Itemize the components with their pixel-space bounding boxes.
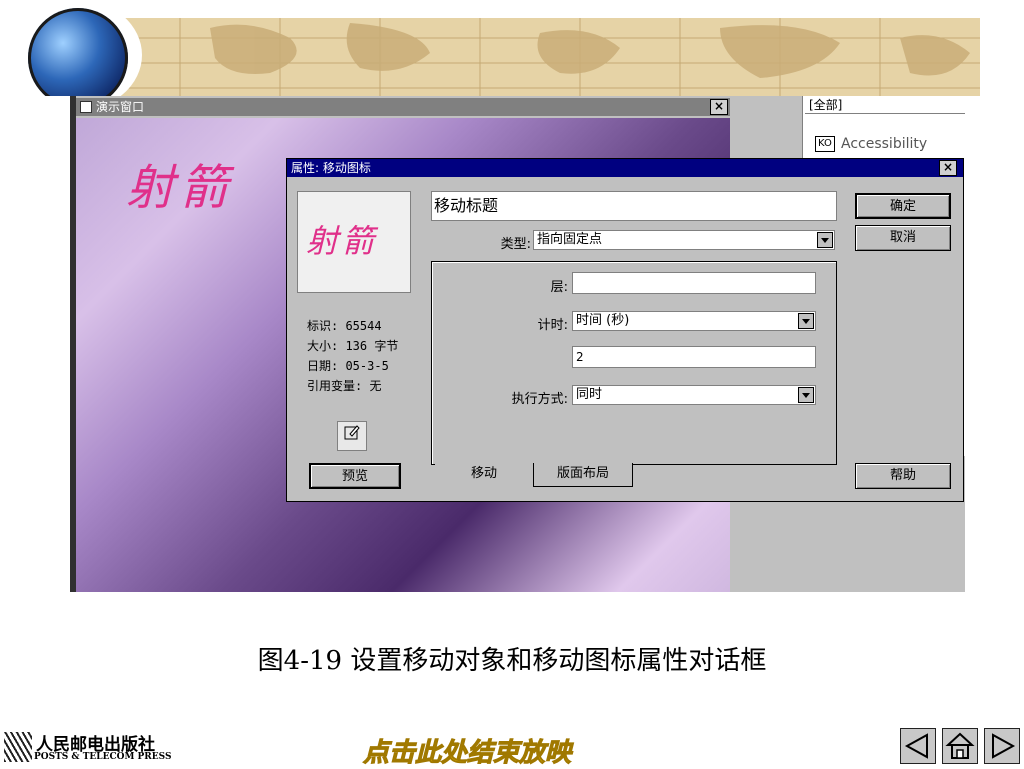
library-category-dropdown[interactable]: [全部] [805,96,965,114]
demo-window-title: 演示窗口 [96,100,145,114]
type-select[interactable]: 指向固定点 [533,230,835,250]
layer-label: 层: [550,280,568,295]
world-map-strip [120,18,980,96]
demo-window-close-button[interactable]: × [710,99,728,115]
knowledge-object-icon: KO [815,136,835,152]
cancel-button[interactable]: 取消 [855,225,951,251]
exec-label: 执行方式: [511,392,568,407]
world-map-grid [120,18,980,96]
window-app-icon [80,101,92,113]
edit-icon[interactable] [337,421,367,451]
ok-button[interactable]: 确定 [855,193,951,219]
timing-select[interactable]: 时间 (秒) [572,311,816,331]
timing-select-value: 时间 (秒) [576,313,630,328]
chevron-down-icon[interactable] [798,387,814,403]
chevron-down-icon[interactable] [798,313,814,329]
archery-title-text: 射箭 [126,160,235,216]
dialog-title: 属性: 移动图标 [291,161,371,175]
help-button[interactable]: 帮助 [855,463,951,489]
demo-window-titlebar[interactable]: 演示窗口 × [76,98,730,116]
preview-archery-text: 射箭 [306,222,379,260]
tab-move[interactable]: 移动 [435,463,533,487]
home-icon[interactable] [942,728,978,764]
info-id: 标识: 65544 [307,319,382,333]
dialog-close-button[interactable]: × [939,160,957,176]
exec-select-value: 同时 [576,387,603,402]
info-date: 日期: 05-3-5 [307,359,389,373]
info-size: 大小: 136 字节 [307,339,399,353]
library-item-accessibility[interactable]: KO Accessibility [815,136,927,152]
properties-dialog: 属性: 移动图标 × 射箭 标识: 65544 大小: 136 字节 日期: 0… [286,158,964,502]
figure-caption: 图4-19 设置移动对象和移动图标属性对话框 [257,646,767,676]
layer-input[interactable] [572,272,816,294]
type-label: 类型: [500,237,531,252]
preview-button[interactable]: 预览 [309,463,401,489]
publisher-name-en: POSTS & TELECOM PRESS [34,752,172,762]
chevron-down-icon[interactable] [817,232,833,248]
type-select-value: 指向固定点 [537,232,603,247]
exec-select[interactable]: 同时 [572,385,816,405]
icon-name-field[interactable]: 移动标题 [431,191,837,221]
tab-layout[interactable]: 版面布局 [533,463,633,487]
next-arrow-icon[interactable] [984,728,1020,764]
end-show-link[interactable]: 点击此处结束放映 [362,732,571,769]
timing-amount-input[interactable]: 2 [572,346,816,368]
tab-panel: 层: 计时: 时间 (秒) 2 执行方式: 同时 [431,261,837,465]
info-vars: 引用变量: 无 [307,379,382,393]
header-banner [0,0,1024,96]
publisher-emblem-icon [4,732,32,762]
publisher-logo: 人民邮电出版社 POSTS & TELECOM PRESS [4,728,194,768]
library-item-label: Accessibility [841,136,928,152]
prev-arrow-icon[interactable] [900,728,936,764]
dialog-titlebar[interactable]: 属性: 移动图标 × [287,159,963,177]
icon-preview-box: 射箭 [297,191,411,293]
timing-label: 计时: [537,318,568,333]
